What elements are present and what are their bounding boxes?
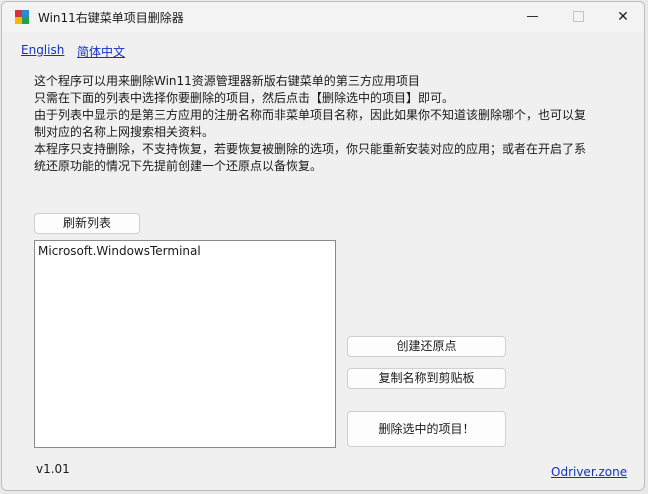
copy-name-button[interactable]: 复制名称到剪贴板: [347, 368, 506, 389]
app-grid-icon: [15, 10, 29, 24]
description-text: 这个程序可以用来删除Win11资源管理器新版右键菜单的第三方应用项目 只需在下面…: [34, 73, 606, 175]
website-link[interactable]: Odriver.zone: [551, 465, 627, 479]
version-label: v1.01: [36, 462, 70, 476]
window-title: Win11右键菜单项目删除器: [38, 11, 184, 25]
description-line: 制对应的名称上网搜索相关资料。: [34, 125, 215, 139]
description-line: 统还原功能的情况下先提前创建一个还原点以备恢复。: [34, 159, 323, 173]
title-bar[interactable]: Win11右键菜单项目删除器 ✕: [2, 2, 644, 32]
description-line: 只需在下面的列表中选择你要删除的项目，然后点击【删除选中的项目】即可。: [34, 91, 455, 105]
description-line: 本程序只支持删除，不支持恢复，若要恢复被删除的选项，你只能重新安装对应的应用；或…: [34, 142, 587, 156]
chinese-link[interactable]: 简体中文: [77, 43, 125, 60]
description-line: 由于列表中显示的是第三方应用的注册名称而非菜单项目名称，因此如果你不知道该删除哪…: [34, 108, 587, 122]
maximize-icon: [573, 11, 584, 22]
minimize-icon: [527, 16, 538, 17]
close-icon: ✕: [617, 9, 629, 25]
english-link[interactable]: English: [21, 43, 64, 57]
app-window: Win11右键菜单项目删除器 ✕ English 简体中文 这个程序可以用来删除…: [1, 1, 645, 491]
delete-selected-button[interactable]: 删除选中的项目！: [347, 411, 506, 447]
minimize-button[interactable]: [510, 2, 556, 32]
description-line: 这个程序可以用来删除Win11资源管理器新版右键菜单的第三方应用项目: [34, 74, 420, 88]
refresh-list-button[interactable]: 刷新列表: [34, 213, 140, 234]
maximize-button[interactable]: [555, 2, 601, 32]
create-restore-point-button[interactable]: 创建还原点: [347, 336, 506, 357]
app-listbox[interactable]: Microsoft.WindowsTerminal: [34, 240, 336, 448]
close-button[interactable]: ✕: [600, 2, 644, 32]
list-item[interactable]: Microsoft.WindowsTerminal: [38, 244, 201, 258]
